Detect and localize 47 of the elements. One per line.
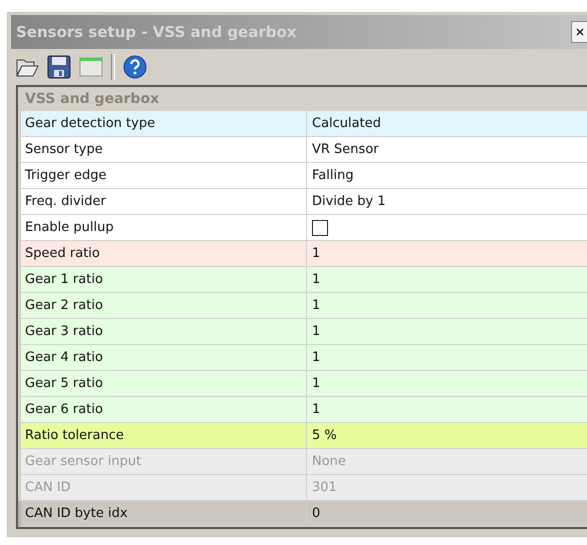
property-value: 1 <box>312 376 320 391</box>
property-value: Calculated <box>312 116 381 131</box>
property-name: Gear 6 ratio <box>24 401 104 419</box>
property-row[interactable]: Gear 2 ratio 1 <box>18 293 587 319</box>
property-name: Enable pullup <box>24 219 115 237</box>
property-value: VR Sensor <box>312 142 379 157</box>
property-row[interactable]: Gear detection type Calculated <box>18 111 587 137</box>
property-name: Speed ratio <box>24 245 101 263</box>
property-value: None <box>312 454 346 469</box>
property-value: Divide by 1 <box>312 194 386 209</box>
property-value: 5 % <box>312 428 337 443</box>
property-name: Gear 2 ratio <box>24 297 104 315</box>
property-row[interactable]: CAN ID byte idx 0 <box>18 501 587 527</box>
property-value: 301 <box>312 480 337 495</box>
property-row[interactable]: Freq. divider Divide by 1 <box>18 189 587 215</box>
property-row[interactable]: Speed ratio 1 <box>18 241 587 267</box>
property-row[interactable]: Gear 5 ratio 1 <box>18 371 587 397</box>
property-value: 1 <box>312 272 320 287</box>
category-header: VSS and gearbox <box>18 87 587 111</box>
property-row[interactable]: Gear 4 ratio 1 <box>18 345 587 371</box>
property-value: 1 <box>312 350 320 365</box>
window-title: Sensors setup - VSS and gearbox <box>16 23 296 41</box>
property-value: 0 <box>312 506 320 521</box>
property-name: Freq. divider <box>24 193 107 211</box>
property-value: 1 <box>312 324 320 339</box>
property-value: 1 <box>312 402 320 417</box>
property-row[interactable]: Ratio tolerance 5 % <box>18 423 587 449</box>
property-row[interactable]: Gear 6 ratio 1 <box>18 397 587 423</box>
property-name: Gear 1 ratio <box>24 271 104 289</box>
property-row[interactable]: Sensor type VR Sensor <box>18 137 587 163</box>
property-row[interactable]: Enable pullup <box>18 215 587 241</box>
property-value: 1 <box>312 246 320 261</box>
property-name: Gear 4 ratio <box>24 349 104 367</box>
property-value: Falling <box>312 168 354 183</box>
property-name: Gear detection type <box>24 115 156 133</box>
property-name: CAN ID byte idx <box>24 505 129 523</box>
property-name: Gear 5 ratio <box>24 375 104 393</box>
property-name: Trigger edge <box>24 167 108 185</box>
property-name: Sensor type <box>24 141 104 159</box>
property-name: Gear sensor input <box>24 453 142 471</box>
property-name: Gear 3 ratio <box>24 323 104 341</box>
property-value: 1 <box>312 298 320 313</box>
property-row[interactable]: Gear 1 ratio 1 <box>18 267 587 293</box>
property-name: CAN ID <box>24 479 72 497</box>
property-name: Ratio tolerance <box>24 427 125 445</box>
property-row[interactable]: Trigger edge Falling <box>18 163 587 189</box>
property-row[interactable]: Gear 3 ratio 1 <box>18 319 587 345</box>
